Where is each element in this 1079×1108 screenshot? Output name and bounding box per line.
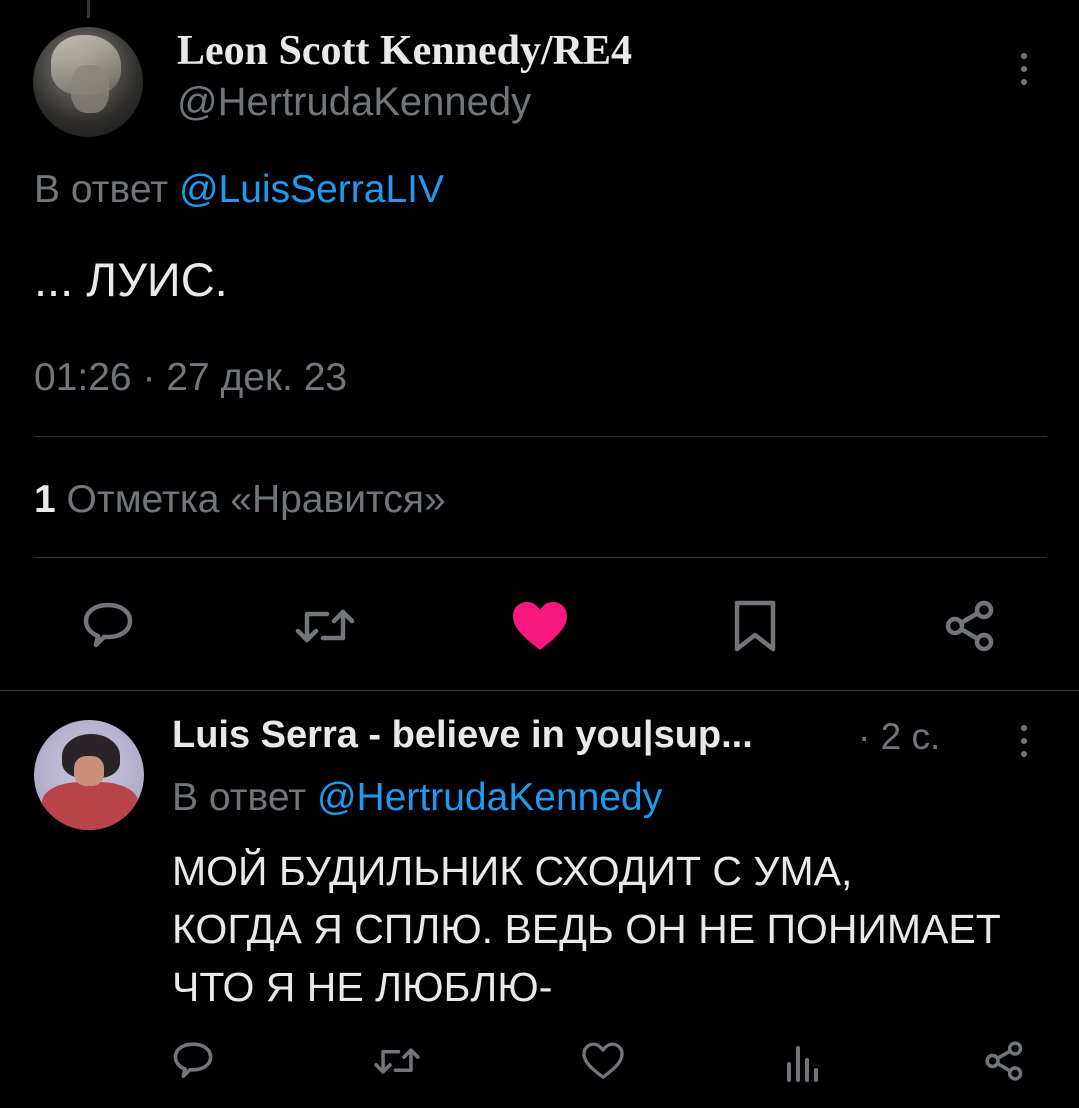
reply-text: МОЙ БУДИЛЬНИК СХОДИТ С УМА, КОГДА Я СПЛЮ… bbox=[172, 842, 1052, 1016]
retweet-icon[interactable] bbox=[293, 600, 357, 652]
reply-icon[interactable] bbox=[78, 598, 138, 654]
reply-context: В ответ @HertrudaKennedy bbox=[172, 776, 662, 820]
divider bbox=[0, 690, 1079, 691]
reply-time: 2 с. bbox=[880, 716, 941, 757]
avatar[interactable] bbox=[33, 27, 143, 137]
more-options-icon[interactable] bbox=[1021, 725, 1029, 757]
more-options-icon[interactable] bbox=[1021, 53, 1029, 85]
avatar-body bbox=[42, 782, 138, 830]
reply-author-name[interactable]: Luis Serra - believe in you|sup... bbox=[172, 714, 753, 757]
views-icon[interactable] bbox=[782, 1040, 822, 1084]
meta-separator: · bbox=[142, 356, 156, 399]
reply-mention-link[interactable]: @LuisSerraLIV bbox=[179, 168, 444, 211]
reply-text-line: КОГДА Я СПЛЮ. ВЕДЬ ОН НЕ ПОНИМАЕТ bbox=[172, 906, 1001, 952]
tweet-time: 01:26 bbox=[34, 356, 132, 399]
reply-prefix: В ответ bbox=[172, 776, 307, 819]
avatar[interactable] bbox=[34, 720, 144, 830]
reply-icon[interactable] bbox=[170, 1038, 216, 1084]
author-display-name[interactable]: Leon Scott Kennedy/RE4 bbox=[177, 27, 632, 75]
divider bbox=[34, 436, 1047, 437]
reply-context: В ответ @LuisSerraLIV bbox=[34, 168, 444, 212]
divider bbox=[34, 557, 1047, 558]
likes-label: Отметка «Нравится» bbox=[66, 478, 446, 521]
tweet-text: ... ЛУИС. bbox=[34, 253, 228, 306]
reply-timestamp[interactable]: · 2 с. bbox=[858, 716, 940, 758]
tweet-timestamp[interactable]: 01:26 · 27 дек. 23 bbox=[34, 356, 347, 400]
likes-count: 1 bbox=[34, 478, 56, 521]
meta-separator: · bbox=[858, 716, 871, 757]
share-icon[interactable] bbox=[982, 1038, 1028, 1084]
like-icon[interactable] bbox=[580, 1040, 626, 1082]
like-icon[interactable] bbox=[509, 600, 571, 652]
reply-mention-link[interactable]: @HertrudaKennedy bbox=[317, 776, 662, 819]
avatar-face bbox=[71, 65, 109, 113]
share-icon[interactable] bbox=[943, 598, 999, 654]
reply-text-line: ЧТО Я НЕ ЛЮБЛЮ- bbox=[172, 964, 553, 1010]
reply-prefix: В ответ bbox=[34, 168, 169, 211]
author-handle[interactable]: @HertrudaKennedy bbox=[177, 80, 531, 125]
tweet-date: 27 дек. 23 bbox=[166, 356, 348, 399]
likes-summary[interactable]: 1 Отметка «Нравится» bbox=[34, 478, 446, 522]
avatar-face bbox=[74, 756, 104, 786]
thread-connector-line bbox=[87, 0, 90, 18]
retweet-icon[interactable] bbox=[372, 1040, 422, 1082]
bookmark-icon[interactable] bbox=[731, 598, 779, 654]
reply-text-line: МОЙ БУДИЛЬНИК СХОДИТ С УМА, bbox=[172, 848, 853, 894]
